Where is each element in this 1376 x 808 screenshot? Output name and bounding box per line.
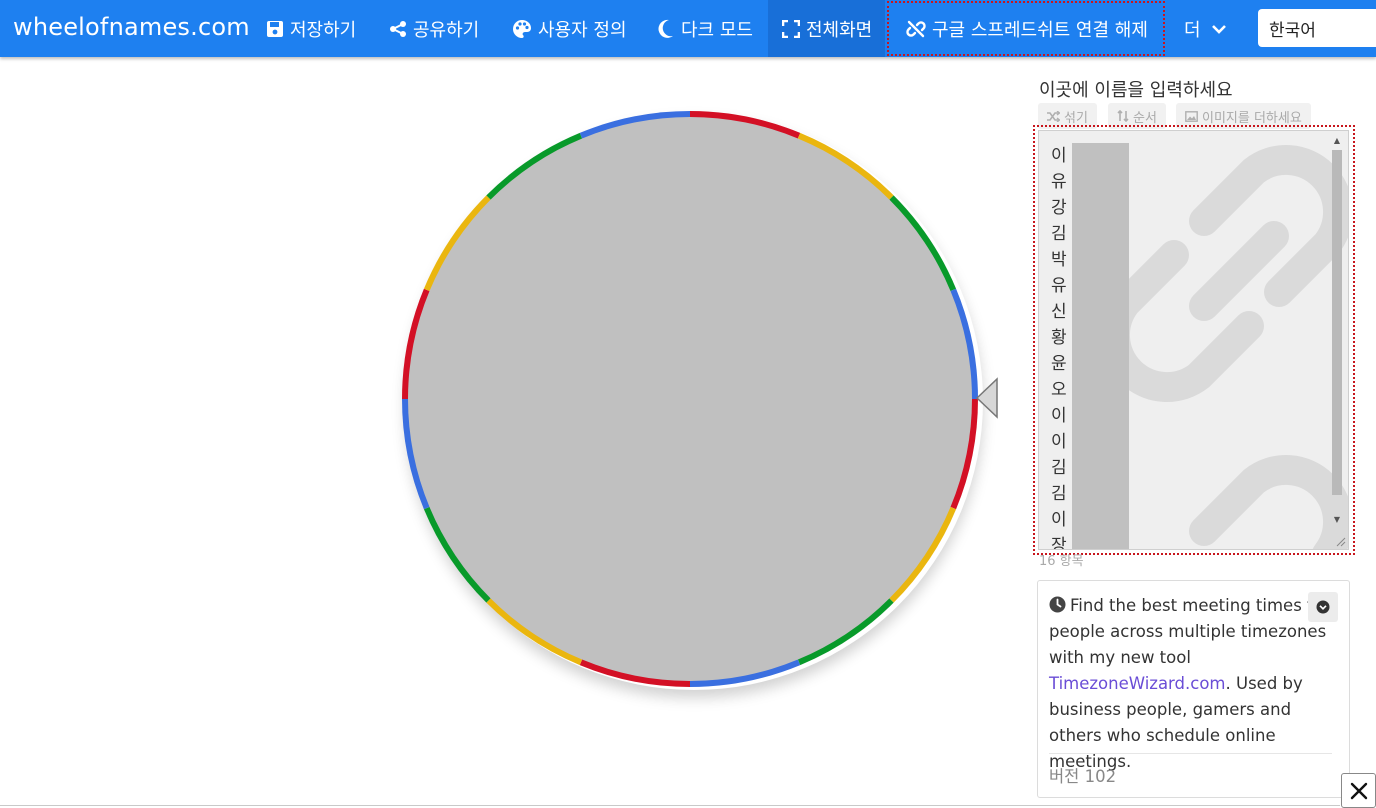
customize-label: 사용자 정의 — [538, 19, 627, 41]
save-button[interactable]: 저장하기 — [266, 0, 356, 57]
wheel-pointer — [975, 377, 998, 419]
entry-line: 이 — [1051, 510, 1067, 530]
entry-list: 이유강김박유신황윤오이이김김이장 — [1051, 143, 1067, 550]
version-label: 버전 102 — [1049, 767, 1117, 786]
info-card-text-start: Find the best meeting times for people a… — [1049, 596, 1330, 667]
entry-line: 김 — [1051, 458, 1067, 478]
shuffle-button[interactable]: 섞기 — [1038, 103, 1097, 129]
add-image-label: 이미지를 더하세요 — [1202, 110, 1302, 126]
chevron-down-circle-icon — [1316, 600, 1330, 614]
site-logo[interactable]: wheelofnames.com — [13, 13, 250, 41]
info-card-text: Find the best meeting times for people a… — [1049, 593, 1334, 775]
entry-line: 이 — [1051, 432, 1067, 452]
language-select[interactable]: 한국어 — [1258, 9, 1376, 47]
entry-line: 강 — [1051, 198, 1067, 218]
shuffle-label: 섞기 — [1064, 110, 1088, 126]
dark-mode-button[interactable]: 다크 모드 — [657, 0, 753, 57]
fullscreen-label: 전체화면 — [806, 19, 873, 41]
fullscreen-icon — [782, 19, 800, 38]
entry-line: 신 — [1051, 302, 1067, 322]
sort-button[interactable]: 순서 — [1108, 103, 1166, 129]
clock-icon — [1049, 596, 1066, 613]
timezonewizard-link[interactable]: TimezoneWizard.com — [1049, 674, 1226, 693]
footer-divider — [0, 805, 1340, 806]
dark-mode-label: 다크 모드 — [681, 19, 753, 41]
image-icon — [1185, 110, 1198, 122]
scroll-up-arrow[interactable]: ▲ — [1332, 136, 1342, 145]
sort-icon — [1117, 110, 1129, 122]
disconnect-spreadsheet-label: 구글 스프레드쉬트 연결 해제 — [932, 19, 1148, 41]
entry-line: 김 — [1051, 224, 1067, 244]
save-label: 저장하기 — [290, 19, 357, 41]
save-icon — [267, 20, 283, 37]
share-label: 공유하기 — [413, 19, 480, 41]
shuffle-icon — [1047, 110, 1060, 122]
card-collapse-button[interactable] — [1308, 592, 1338, 622]
sort-label: 순서 — [1133, 110, 1157, 126]
close-button[interactable] — [1341, 773, 1376, 808]
info-card: Find the best meeting times for people a… — [1037, 580, 1350, 798]
entries-heading: 이곳에 이름을 입력하세요 — [1039, 80, 1233, 101]
palette-icon — [513, 19, 531, 38]
close-icon — [1350, 782, 1367, 799]
customize-button[interactable]: 사용자 정의 — [512, 0, 627, 57]
entry-line: 이 — [1051, 406, 1067, 426]
entry-line: 유 — [1051, 172, 1067, 192]
chevron-down-icon — [1211, 24, 1226, 34]
unlink-icon — [906, 20, 926, 37]
redaction-block — [1072, 143, 1129, 549]
entry-count: 16 항목 — [1039, 554, 1084, 569]
entry-line: 장 — [1051, 536, 1067, 550]
entry-line: 김 — [1051, 484, 1067, 504]
entry-line: 유 — [1051, 276, 1067, 296]
link-watermark-icon — [1109, 144, 1348, 549]
resize-grip-icon[interactable] — [1334, 535, 1346, 547]
disconnect-spreadsheet-button[interactable]: 구글 스프레드쉬트 연결 해제 — [906, 0, 1148, 57]
share-button[interactable]: 공유하기 — [389, 0, 479, 57]
add-image-button[interactable]: 이미지를 더하세요 — [1176, 103, 1311, 129]
spin-wheel[interactable] — [400, 105, 980, 695]
scroll-down-arrow[interactable]: ▼ — [1332, 515, 1342, 524]
entry-line: 박 — [1051, 250, 1067, 270]
wheel-face[interactable] — [408, 117, 972, 681]
moon-icon — [658, 19, 673, 38]
top-navigation-bar: wheelofnames.com 저장하기 공유하기 사용자 정의 다크 모드 … — [0, 0, 1376, 57]
entry-line: 오 — [1051, 380, 1067, 400]
entry-line: 황 — [1051, 328, 1067, 348]
fullscreen-button[interactable]: 전체화면 — [768, 0, 886, 57]
card-divider — [1049, 753, 1332, 754]
more-label: 더 — [1184, 19, 1201, 41]
more-menu-button[interactable]: 더 — [1184, 0, 1227, 57]
share-icon — [390, 20, 406, 37]
scrollbar-thumb[interactable] — [1332, 150, 1342, 495]
entry-line: 윤 — [1051, 354, 1067, 374]
entry-line: 이 — [1051, 146, 1067, 166]
entries-textarea[interactable]: 이유강김박유신황윤오이이김김이장 ▲ ▼ — [1038, 130, 1349, 550]
